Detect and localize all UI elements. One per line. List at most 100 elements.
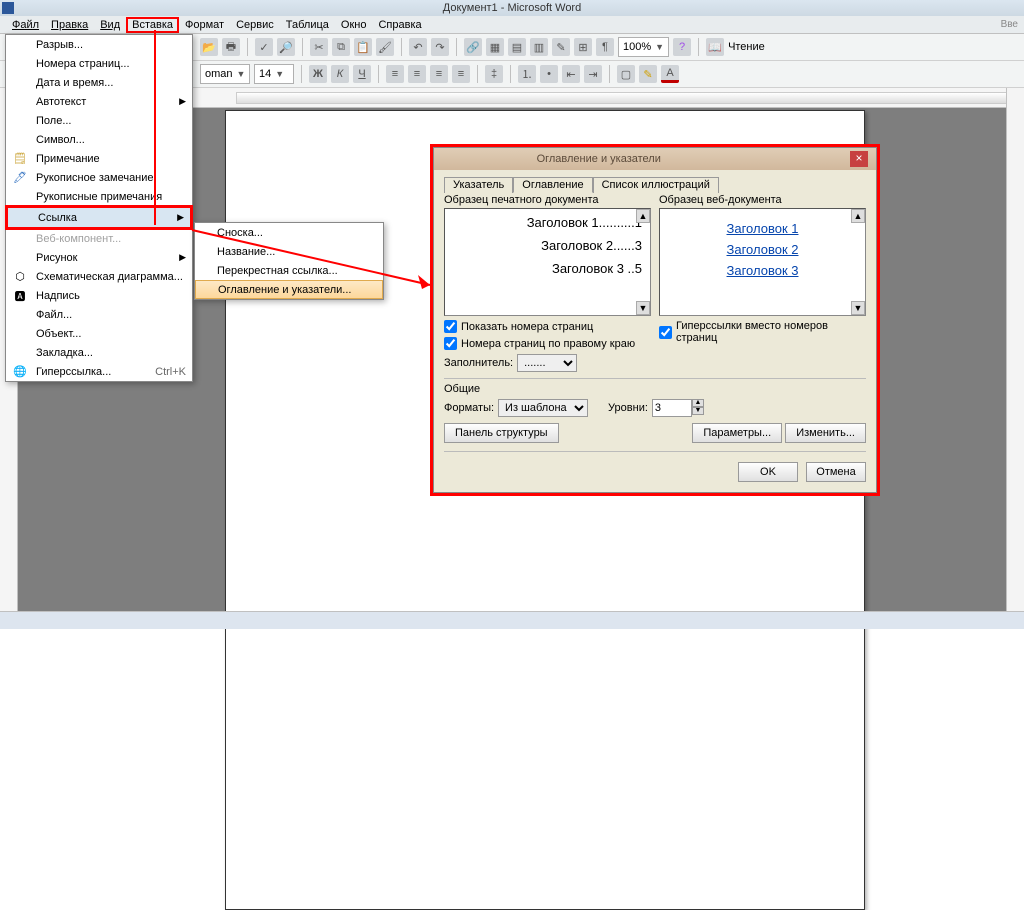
indent-icon[interactable]: ⇥ (584, 65, 602, 83)
right-align-checkbox[interactable] (444, 337, 457, 350)
menu-item-file[interactable]: Файл... (6, 305, 192, 324)
numbered-list-icon[interactable]: ⒈ (518, 65, 536, 83)
paste-icon[interactable]: 📋 (354, 38, 372, 56)
underline-icon[interactable]: Ч (353, 65, 371, 83)
menu-view[interactable]: Вид (94, 19, 126, 31)
web-preview-link-3[interactable]: Заголовок 3 (727, 263, 799, 278)
menu-item-field[interactable]: Поле... (6, 111, 192, 130)
menu-format[interactable]: Формат (179, 19, 230, 31)
undo-icon[interactable]: ↶ (409, 38, 427, 56)
menu-item-date-time[interactable]: Дата и время... (6, 73, 192, 92)
menu-item-bookmark[interactable]: Закладка... (6, 343, 192, 362)
align-center-icon[interactable]: ≡ (408, 65, 426, 83)
borders-icon[interactable]: ▢ (617, 65, 635, 83)
italic-icon[interactable]: К (331, 65, 349, 83)
menu-item-ink-notes[interactable]: Рукописные примечания (6, 187, 192, 206)
menu-insert[interactable]: Вставка (126, 17, 179, 33)
menu-item-diagram[interactable]: ⬡Схематическая диаграмма... (6, 267, 192, 286)
menu-item-note[interactable]: 🗒Примечание (6, 149, 192, 168)
web-preview-scroll-down[interactable]: ▼ (851, 301, 865, 315)
bullet-list-icon[interactable]: • (540, 65, 558, 83)
web-preview-link-2[interactable]: Заголовок 2 (727, 242, 799, 257)
menu-item-object[interactable]: Объект... (6, 324, 192, 343)
show-page-numbers-checkbox[interactable] (444, 320, 457, 333)
ok-button[interactable]: OK (738, 462, 798, 482)
reading-label[interactable]: Чтение (728, 41, 765, 53)
menu-window[interactable]: Окно (335, 19, 373, 31)
research-icon[interactable]: 🔎 (277, 38, 295, 56)
tab-index[interactable]: Указатель (444, 177, 513, 193)
align-right-icon[interactable]: ≡ (430, 65, 448, 83)
menu-bar: Файл Правка Вид Вставка Формат Сервис Та… (0, 16, 1024, 34)
align-left-icon[interactable]: ≡ (386, 65, 404, 83)
format-painter-icon[interactable]: 🖌 (376, 38, 394, 56)
status-bar (0, 611, 1024, 629)
copy-icon[interactable]: ⧉ (332, 38, 350, 56)
web-preview-label: Образец веб-документа (659, 194, 866, 206)
levels-spin-up[interactable]: ▲ (692, 399, 704, 407)
levels-input[interactable] (652, 399, 692, 417)
map-icon[interactable]: ⊞ (574, 38, 592, 56)
menu-item-symbol[interactable]: Символ... (6, 130, 192, 149)
bold-icon[interactable]: Ж (309, 65, 327, 83)
menu-item-caption-box[interactable]: 🅰Надпись (6, 286, 192, 305)
leader-label: Заполнитель: (444, 357, 513, 369)
menu-service[interactable]: Сервис (230, 19, 280, 31)
hyperlinks-checkbox[interactable] (659, 326, 672, 339)
cancel-button[interactable]: Отмена (806, 462, 866, 482)
menu-item-autotext[interactable]: Автотекст▶ (6, 92, 192, 111)
levels-spin-down[interactable]: ▼ (692, 407, 704, 415)
menu-table[interactable]: Таблица (280, 19, 335, 31)
highlight-icon[interactable]: ✎ (639, 65, 657, 83)
menu-item-hyperlink[interactable]: 🌐Гиперссылка...Ctrl+K (6, 362, 192, 381)
dialog-close-button[interactable]: × (850, 151, 868, 167)
modify-button[interactable]: Изменить... (785, 423, 866, 443)
note-icon: 🗒 (12, 151, 28, 167)
open-icon[interactable]: 📂 (200, 38, 218, 56)
dialog-title-text: Оглавление и указатели (537, 153, 661, 165)
web-preview-scroll-up[interactable]: ▲ (851, 209, 865, 223)
menu-item-reference[interactable]: Ссылка▶ (8, 208, 190, 227)
zoom-dropdown[interactable]: 100%▼ (618, 37, 669, 57)
menu-item-page-numbers[interactable]: Номера страниц... (6, 54, 192, 73)
drawing-icon[interactable]: ✎ (552, 38, 570, 56)
web-preview-link-1[interactable]: Заголовок 1 (727, 221, 799, 236)
leader-dropdown[interactable]: ....... (517, 354, 577, 372)
menu-file[interactable]: Файл (6, 19, 45, 31)
font-name-dropdown[interactable]: oman▼ (200, 64, 250, 84)
columns-icon[interactable]: ▥ (530, 38, 548, 56)
tab-illustrations[interactable]: Список иллюстраций (593, 177, 719, 193)
menu-help[interactable]: Справка (372, 19, 427, 31)
preview-scroll-up[interactable]: ▲ (636, 209, 650, 223)
menu-item-break[interactable]: Разрыв... (6, 35, 192, 54)
redo-icon[interactable]: ↷ (431, 38, 449, 56)
align-justify-icon[interactable]: ≡ (452, 65, 470, 83)
cut-icon[interactable]: ✂ (310, 38, 328, 56)
show-marks-icon[interactable]: ¶ (596, 38, 614, 56)
preview-scroll-down[interactable]: ▼ (636, 301, 650, 315)
right-edge-text: Вве (1001, 19, 1018, 30)
reference-submenu: Сноска... Название... Перекрестная ссылк… (194, 222, 384, 300)
line-spacing-icon[interactable]: ‡ (485, 65, 503, 83)
spell-icon[interactable]: ✓ (255, 38, 273, 56)
table-icon[interactable]: ▦ (486, 38, 504, 56)
tab-toc[interactable]: Оглавление (513, 177, 592, 193)
submenu-caption[interactable]: Название... (195, 242, 383, 261)
outline-panel-button[interactable]: Панель структуры (444, 423, 559, 443)
options-button[interactable]: Параметры... (692, 423, 782, 443)
submenu-toc[interactable]: Оглавление и указатели... (195, 280, 383, 299)
excel-icon[interactable]: ▤ (508, 38, 526, 56)
hyperlink-icon[interactable]: 🔗 (464, 38, 482, 56)
font-size-dropdown[interactable]: 14▼ (254, 64, 294, 84)
menu-edit[interactable]: Правка (45, 19, 94, 31)
submenu-footnote[interactable]: Сноска... (195, 223, 383, 242)
submenu-crossref[interactable]: Перекрестная ссылка... (195, 261, 383, 280)
menu-item-picture[interactable]: Рисунок▶ (6, 248, 192, 267)
menu-item-ink-mark[interactable]: 🖊Рукописное замечание (6, 168, 192, 187)
font-color-icon[interactable]: A (661, 65, 679, 83)
print-icon[interactable]: 🖶 (222, 38, 240, 56)
outdent-icon[interactable]: ⇤ (562, 65, 580, 83)
formats-dropdown[interactable]: Из шаблона (498, 399, 588, 417)
help-icon[interactable]: ? (673, 38, 691, 56)
reading-icon[interactable]: 📖 (706, 38, 724, 56)
